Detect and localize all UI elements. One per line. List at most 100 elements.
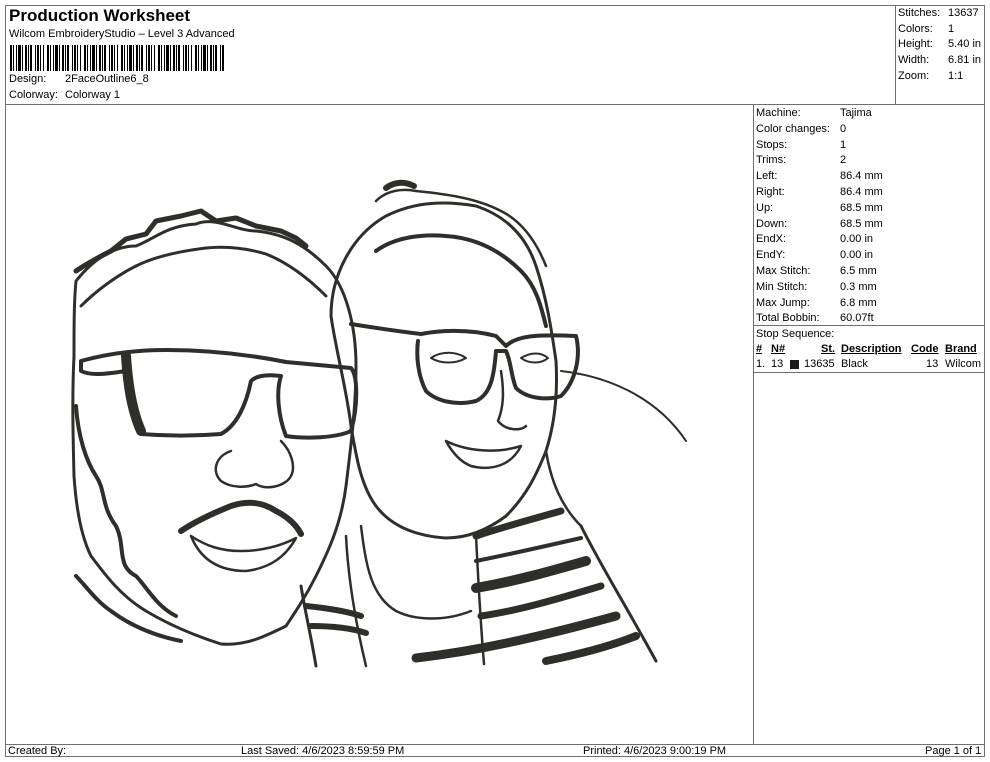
right-face-outline: [329, 201, 558, 540]
right-eye-left: [430, 351, 467, 364]
detail-value: 86.4 mm: [840, 185, 883, 198]
col-stitches: St.: [821, 343, 836, 355]
stop-stitches: 13635: [804, 358, 835, 370]
right-shirt-stripe-3: [471, 556, 591, 593]
machine-details: Machine: Tajima Color changes: 0 Stops: 1 T…: [754, 106, 984, 327]
detail-row: Machine: Tajima: [754, 106, 984, 122]
software-name: Wilcom EmbroideryStudio – Level 3 Advanc…: [9, 28, 235, 40]
detail-label: Machine:: [756, 107, 801, 119]
design-summary: Stitches: 13637 Colors: 1 Height: 5.40 in W…: [896, 6, 984, 84]
detail-label: Stops:: [756, 138, 788, 151]
summary-value: 13637: [948, 7, 979, 19]
right-neck-left: [359, 524, 398, 613]
summary-label: Width:: [898, 54, 930, 67]
detail-label: Up:: [756, 201, 774, 214]
detail-row: Trims: 2: [754, 153, 984, 169]
color-swatch-icon: [790, 360, 799, 369]
summary-label: Stitches:: [898, 7, 941, 19]
design-value: 2FaceOutline6_8: [65, 73, 149, 85]
stop-num: 1.: [756, 358, 766, 370]
detail-label: Max Jump:: [756, 296, 810, 309]
detail-row: Up: 68.5 mm: [754, 201, 984, 217]
col-code: Code: [911, 343, 939, 355]
col-needle: N#: [771, 343, 786, 355]
stop-sequence: Stop Sequence: # N# St. Description Code…: [754, 326, 984, 372]
summary-value: 6.81 in: [948, 54, 982, 67]
detail-value: 0: [840, 122, 847, 135]
summary-value: 1:1: [948, 69, 964, 82]
right-glasses-arm: [560, 370, 687, 442]
colorway-label: Colorway:: [9, 89, 58, 101]
detail-row: Down: 68.5 mm: [754, 217, 984, 233]
detail-value: 68.5 mm: [840, 201, 883, 214]
summary-row-height: Height: 5.40 in: [896, 37, 984, 53]
detail-label: Total Bobbin:: [756, 312, 820, 325]
detail-row: Max Jump: 6.8 mm: [754, 296, 984, 312]
summary-label: Colors:: [898, 22, 933, 35]
summary-value: 1: [948, 22, 955, 35]
page-title: Production Worksheet: [9, 6, 191, 25]
col-brand: Brand: [945, 343, 977, 355]
worksheet-footer: Created By: Last Saved: 4/6/2023 8:59:59…: [5, 744, 985, 757]
right-shirt-stripe-6: [542, 632, 640, 665]
detail-row: Left: 86.4 mm: [754, 169, 984, 185]
detail-label: Down:: [756, 217, 788, 230]
right-shirt-stripe-4: [477, 582, 605, 620]
right-smile: [444, 439, 523, 470]
detail-value: 6.5 mm: [840, 264, 877, 277]
detail-value: 0.3 mm: [840, 280, 877, 293]
stop-needle: 13: [771, 358, 784, 370]
colorway-value: Colorway 1: [65, 89, 121, 101]
stop-sequence-caption: Stop Sequence:: [756, 328, 835, 340]
right-glasses-frame: [349, 322, 580, 405]
barcode-icon: [10, 45, 224, 71]
col-num: #: [756, 343, 763, 355]
detail-label: EndY:: [756, 249, 786, 262]
summary-row-width: Width: 6.81 in: [896, 53, 984, 69]
left-beard-outline: [74, 404, 178, 618]
summary-row-stitches: Stitches: 13637: [896, 6, 984, 22]
detail-label: EndX:: [756, 233, 786, 246]
stop-description: Black: [841, 358, 868, 370]
detail-value: 2: [840, 154, 847, 167]
left-lips: [189, 534, 298, 573]
stop-sequence-header: # N# St. Description Code Brand: [754, 342, 984, 357]
page-number: Page 1 of 1: [925, 745, 982, 757]
detail-value: 68.5 mm: [840, 217, 883, 230]
stop-code: 13: [926, 358, 939, 370]
detail-value: 0.00 in: [840, 233, 874, 246]
left-hair-inner: [79, 245, 328, 308]
right-shirt-stripe-1: [472, 507, 565, 540]
summary-value: 5.40 in: [948, 38, 982, 51]
detail-row: EndX: 0.00 in: [754, 232, 984, 248]
detail-value: Tajima: [840, 107, 872, 119]
detail-row: Total Bobbin: 60.07ft: [754, 311, 984, 327]
summary-row-zoom: Zoom: 1:1: [896, 69, 984, 85]
design-row: Design: 2FaceOutline6_8: [9, 73, 149, 85]
table-row: 1. 13 13635 Black 13 Wilcom: [754, 357, 984, 372]
worksheet-header: Production Worksheet Wilcom EmbroiderySt…: [5, 5, 895, 105]
colorway-row: Colorway: Colorway 1: [9, 89, 120, 101]
right-hair-outline: [374, 188, 548, 268]
detail-label: Min Stitch:: [756, 280, 808, 293]
detail-label: Max Stitch:: [756, 264, 811, 277]
right-hair-top: [383, 179, 417, 191]
detail-label: Color changes:: [756, 122, 830, 135]
summary-label: Height:: [898, 38, 933, 51]
detail-row: Max Stitch: 6.5 mm: [754, 264, 984, 280]
created-by: Created By:: [8, 745, 67, 757]
last-saved: Last Saved: 4/6/2023 8:59:59 PM: [241, 745, 405, 757]
right-shirt-stripe-2: [474, 536, 583, 563]
left-mustache: [178, 499, 304, 537]
stop-brand: Wilcom: [945, 358, 982, 370]
detail-row: Right: 86.4 mm: [754, 185, 984, 201]
col-description: Description: [841, 343, 902, 355]
design-label: Design:: [9, 73, 47, 85]
summary-label: Zoom:: [898, 69, 930, 82]
left-glasses-lens-shade: [121, 351, 146, 436]
detail-label: Left:: [756, 170, 778, 183]
left-hair-outline: [73, 208, 309, 274]
stop-row-divider: [753, 372, 985, 373]
detail-label: Right:: [756, 185, 785, 198]
summary-row-colors: Colors: 1: [896, 22, 984, 38]
